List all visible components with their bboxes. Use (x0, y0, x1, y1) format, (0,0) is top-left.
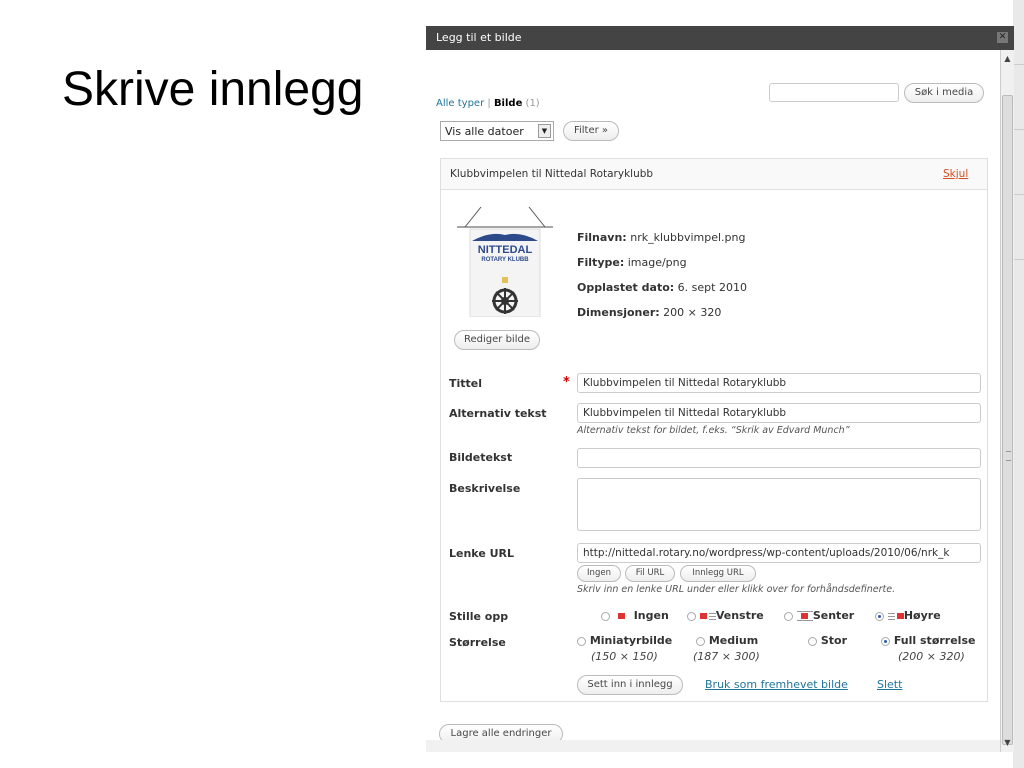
media-item-title: Klubbvimpelen til Nittedal Rotaryklubb (450, 168, 654, 180)
size-full-dims: (200 × 320) (898, 650, 965, 663)
edit-image-button[interactable]: Rediger bilde (454, 330, 540, 350)
alt-text-input[interactable]: Klubbvimpelen til Nittedal Rotaryklubb (577, 403, 981, 423)
media-item-panel: Klubbvimpelen til Nittedal Rotaryklubb S… (440, 158, 988, 702)
uploaded-line: Opplastet dato: 6. sept 2010 (577, 281, 747, 294)
filter-button[interactable]: Filter » (563, 121, 619, 141)
size-full-radio[interactable] (881, 636, 890, 646)
delete-link[interactable]: Slett (877, 678, 902, 691)
dimensions-line: Dimensjoner: 200 × 320 (577, 306, 722, 319)
link-url-help: Skriv inn en lenke URL under eller klikk… (577, 584, 896, 595)
alignment-label: Stille opp (449, 610, 509, 623)
align-center-radio[interactable] (784, 611, 793, 621)
size-medium-option[interactable]: Medium (696, 634, 758, 647)
size-thumbnail-radio[interactable] (577, 636, 586, 646)
background-window-edge (1013, 0, 1024, 768)
align-right-radio[interactable] (875, 611, 884, 621)
description-label: Beskrivelse (449, 482, 521, 495)
align-center-option[interactable]: Senter (784, 609, 854, 622)
scrollbar-thumb[interactable] (1002, 95, 1013, 745)
slide-title: Skrive innlegg (62, 63, 364, 116)
filter-separator: | (487, 98, 491, 109)
align-none-option[interactable]: Ingen (601, 609, 669, 622)
insert-into-post-button[interactable]: Sett inn i innlegg (577, 675, 683, 695)
align-center-icon (796, 611, 813, 621)
required-mark: * (563, 375, 570, 390)
align-right-icon (887, 611, 904, 621)
align-left-option[interactable]: Venstre (687, 609, 764, 622)
dialog-titlebar: Legg til et bilde ✕ (426, 26, 1014, 50)
images-count: (1) (525, 98, 540, 109)
link-url-input[interactable]: http://nittedal.rotary.no/wordpress/wp-c… (577, 543, 981, 563)
type-filter: Alle typer | Bilde (1) (436, 98, 540, 109)
description-textarea[interactable] (577, 478, 981, 531)
dialog-content: Alle typer | Bilde (1) Søk i media Vis a… (426, 50, 1000, 752)
size-thumbnail-dims: (150 × 150) (591, 650, 658, 663)
align-right-option[interactable]: Høyre (875, 609, 941, 622)
filename-line: Filnavn: nrk_klubbvimpel.png (577, 231, 746, 244)
align-none-icon (614, 611, 630, 621)
align-left-radio[interactable] (687, 611, 696, 621)
search-media-button[interactable]: Søk i media (904, 83, 984, 103)
link-none-button[interactable]: Ingen (577, 565, 621, 582)
scrollbar-grip-icon (1006, 451, 1011, 461)
size-large-radio[interactable] (808, 636, 817, 646)
use-as-featured-link[interactable]: Bruk som fremhevet bilde (705, 678, 848, 691)
title-label: Tittel (449, 377, 483, 390)
media-item-header: Klubbvimpelen til Nittedal Rotaryklubb S… (441, 159, 987, 190)
filetype-line: Filtype: image/png (577, 256, 687, 269)
size-label: Størrelse (449, 636, 506, 649)
pennant-brand: NITTEDAL (477, 244, 533, 256)
size-medium-dims: (187 × 300) (693, 650, 760, 663)
size-large-option[interactable]: Stor (808, 634, 847, 647)
link-file-url-button[interactable]: Fil URL (625, 565, 675, 582)
alt-text-label: Alternativ tekst (449, 407, 547, 420)
align-none-radio[interactable] (601, 611, 610, 621)
chevron-down-icon[interactable]: ▼ (538, 124, 551, 138)
caption-label: Bildetekst (449, 451, 513, 464)
dialog-scrollbar[interactable]: ▲ ▼ (1000, 50, 1014, 752)
dialog-footer (426, 740, 1000, 752)
media-search-input[interactable] (769, 83, 899, 102)
close-icon[interactable]: ✕ (997, 32, 1008, 43)
link-url-label: Lenke URL (449, 547, 515, 560)
image-thumbnail: NITTEDAL ROTARY KLUBB (455, 205, 555, 318)
size-thumbnail-option[interactable]: Miniatyrbilde (577, 634, 672, 647)
alt-text-help: Alternativ tekst for bildet, f.eks. “Skr… (577, 425, 850, 436)
hide-link[interactable]: Skjul (943, 168, 968, 180)
title-input[interactable]: Klubbvimpelen til Nittedal Rotaryklubb (577, 373, 981, 393)
date-select-value: Vis alle datoer (445, 125, 524, 138)
images-filter-current[interactable]: Bilde (494, 98, 522, 109)
pennant-brand-sub: ROTARY KLUBB (481, 257, 529, 263)
all-types-link[interactable]: Alle typer (436, 98, 484, 109)
date-select[interactable]: Vis alle datoer ▼ (440, 121, 554, 141)
scroll-up-icon[interactable]: ▲ (1001, 52, 1014, 66)
align-left-icon (699, 611, 716, 621)
caption-input[interactable] (577, 448, 981, 468)
scroll-down-icon[interactable]: ▼ (1001, 736, 1014, 750)
size-medium-radio[interactable] (696, 636, 705, 646)
dialog-title: Legg til et bilde (436, 31, 522, 44)
size-full-option[interactable]: Full størrelse (881, 634, 975, 647)
link-post-url-button[interactable]: Innlegg URL (680, 565, 756, 582)
add-image-dialog: Legg til et bilde ✕ Alle typer | Bilde (… (426, 26, 1014, 752)
